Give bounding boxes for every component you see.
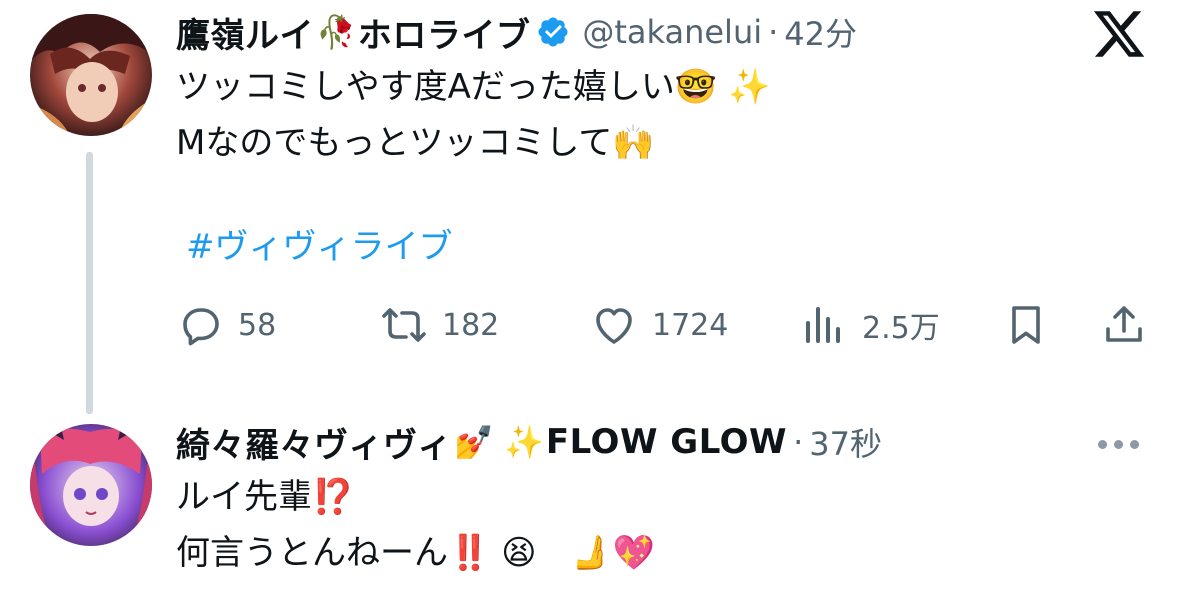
display-name-suffix[interactable]: FLOW GLOW <box>546 422 787 462</box>
like-count: 1724 <box>652 307 729 343</box>
reply-count: 58 <box>238 307 277 343</box>
tweet-text-line-2: Mなのでもっとツッコミして🙌 <box>176 123 655 163</box>
tweet-vivi[interactable]: 綺々羅々ヴィヴィ 💅 ✨ FLOW GLOW · 37秒 ルイ先輩⁉️ 何言うと… <box>0 400 1179 590</box>
retweet-button[interactable]: 182 <box>380 300 499 350</box>
timestamp[interactable]: 42分 <box>784 9 857 55</box>
display-name[interactable]: 鷹嶺ルイ <box>176 8 314 57</box>
reply-icon <box>183 308 219 346</box>
tweet-takanelui[interactable]: 鷹嶺ルイ 🥀 ホロライブ @takanelui · 42分 ツッコミしやす度Aだ… <box>0 0 1179 400</box>
views-icon <box>806 307 840 343</box>
display-name[interactable]: 綺々羅々ヴィヴィ <box>176 418 452 467</box>
avatar-vivi[interactable] <box>30 424 152 546</box>
timestamp[interactable]: 37秒 <box>809 419 882 465</box>
display-name-suffix[interactable]: ホロライブ <box>358 8 531 57</box>
share-icon <box>1106 306 1142 342</box>
bookmark-icon <box>1012 306 1040 344</box>
tweet-text-line-2: 何言うとんねーん‼️ 😫 🫸💖 <box>176 533 656 573</box>
tweet-text-line-1: ルイ先輩⁉️ <box>176 477 355 517</box>
wilted-rose-emoji: 🥀 <box>316 13 356 51</box>
hashtag-link[interactable]: #ヴィヴィライブ <box>186 222 453 272</box>
separator-dot: · <box>768 13 779 51</box>
handle[interactable]: @takanelui <box>582 13 762 51</box>
reply-button[interactable]: 58 <box>176 300 276 350</box>
tweet-header: 綺々羅々ヴィヴィ 💅 ✨ FLOW GLOW · 37秒 <box>176 418 882 467</box>
views-button[interactable]: 2.5万 <box>800 300 940 350</box>
action-bar: 58 182 1724 2.5万 <box>176 300 1146 350</box>
retweet-count: 182 <box>442 307 500 343</box>
x-logo-icon[interactable] <box>1089 6 1149 62</box>
nail-polish-sparkles-emoji: 💅 ✨ <box>454 423 544 461</box>
share-button[interactable] <box>1100 300 1162 350</box>
view-count: 2.5万 <box>862 311 940 346</box>
tweet-text-line-1: ツッコミしやす度Aだった嬉しい🤓 ✨ <box>176 67 771 107</box>
more-icon[interactable] <box>1098 440 1139 449</box>
tweet-header: 鷹嶺ルイ 🥀 ホロライブ @takanelui · 42分 <box>176 8 857 57</box>
separator-dot: · <box>793 423 804 461</box>
bookmark-button[interactable] <box>1002 300 1064 350</box>
avatar-takanelui[interactable] <box>30 14 152 136</box>
retweet-icon <box>382 308 426 342</box>
verified-badge-icon[interactable] <box>536 15 570 49</box>
like-button[interactable]: 1724 <box>590 300 728 350</box>
heart-icon <box>596 308 632 344</box>
